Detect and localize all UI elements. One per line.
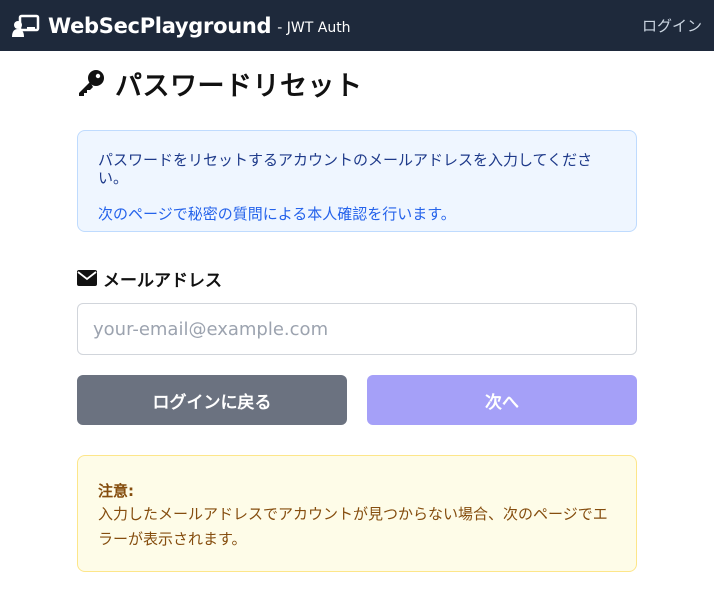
info-text-secondary: 次のページで秘密の質問による本人確認を行います。 [98,205,456,223]
brand-subtitle: - JWT Auth [277,19,351,36]
key-icon [77,69,105,97]
button-row: ログインに戻る 次へ [77,375,637,425]
brand-title: WebSecPlayground [48,13,272,38]
info-text-primary: パスワードをリセットするアカウントのメールアドレスを入力してください。 [98,151,593,187]
next-button[interactable]: 次へ [367,375,637,425]
back-to-login-button[interactable]: ログインに戻る [77,375,347,425]
top-navbar: WebSecPlayground - JWT Auth ログイン [0,0,714,51]
page-title-row: パスワードリセット [77,63,637,103]
chalkboard-user-icon [12,14,40,38]
page-title: パスワードリセット [115,70,363,102]
envelope-icon [77,270,97,286]
email-label: メールアドレス [103,270,222,291]
notice-box: 注意: 入力したメールアドレスでアカウントが見つからない場合、次のページでエラー… [77,455,637,572]
email-label-row: メールアドレス [77,266,637,291]
nav-login-link[interactable]: ログイン [642,15,702,36]
brand[interactable]: WebSecPlayground - JWT Auth [12,14,351,38]
notice-title: 注意: [98,482,134,500]
main-content: パスワードリセット パスワードをリセットするアカウントのメールアドレスを入力して… [77,51,637,572]
info-box: パスワードをリセットするアカウントのメールアドレスを入力してください。 次のペー… [77,130,637,232]
notice-text: 入力したメールアドレスでアカウントが見つからない場合、次のページでエラーが表示さ… [98,505,608,548]
email-input[interactable] [77,303,637,355]
